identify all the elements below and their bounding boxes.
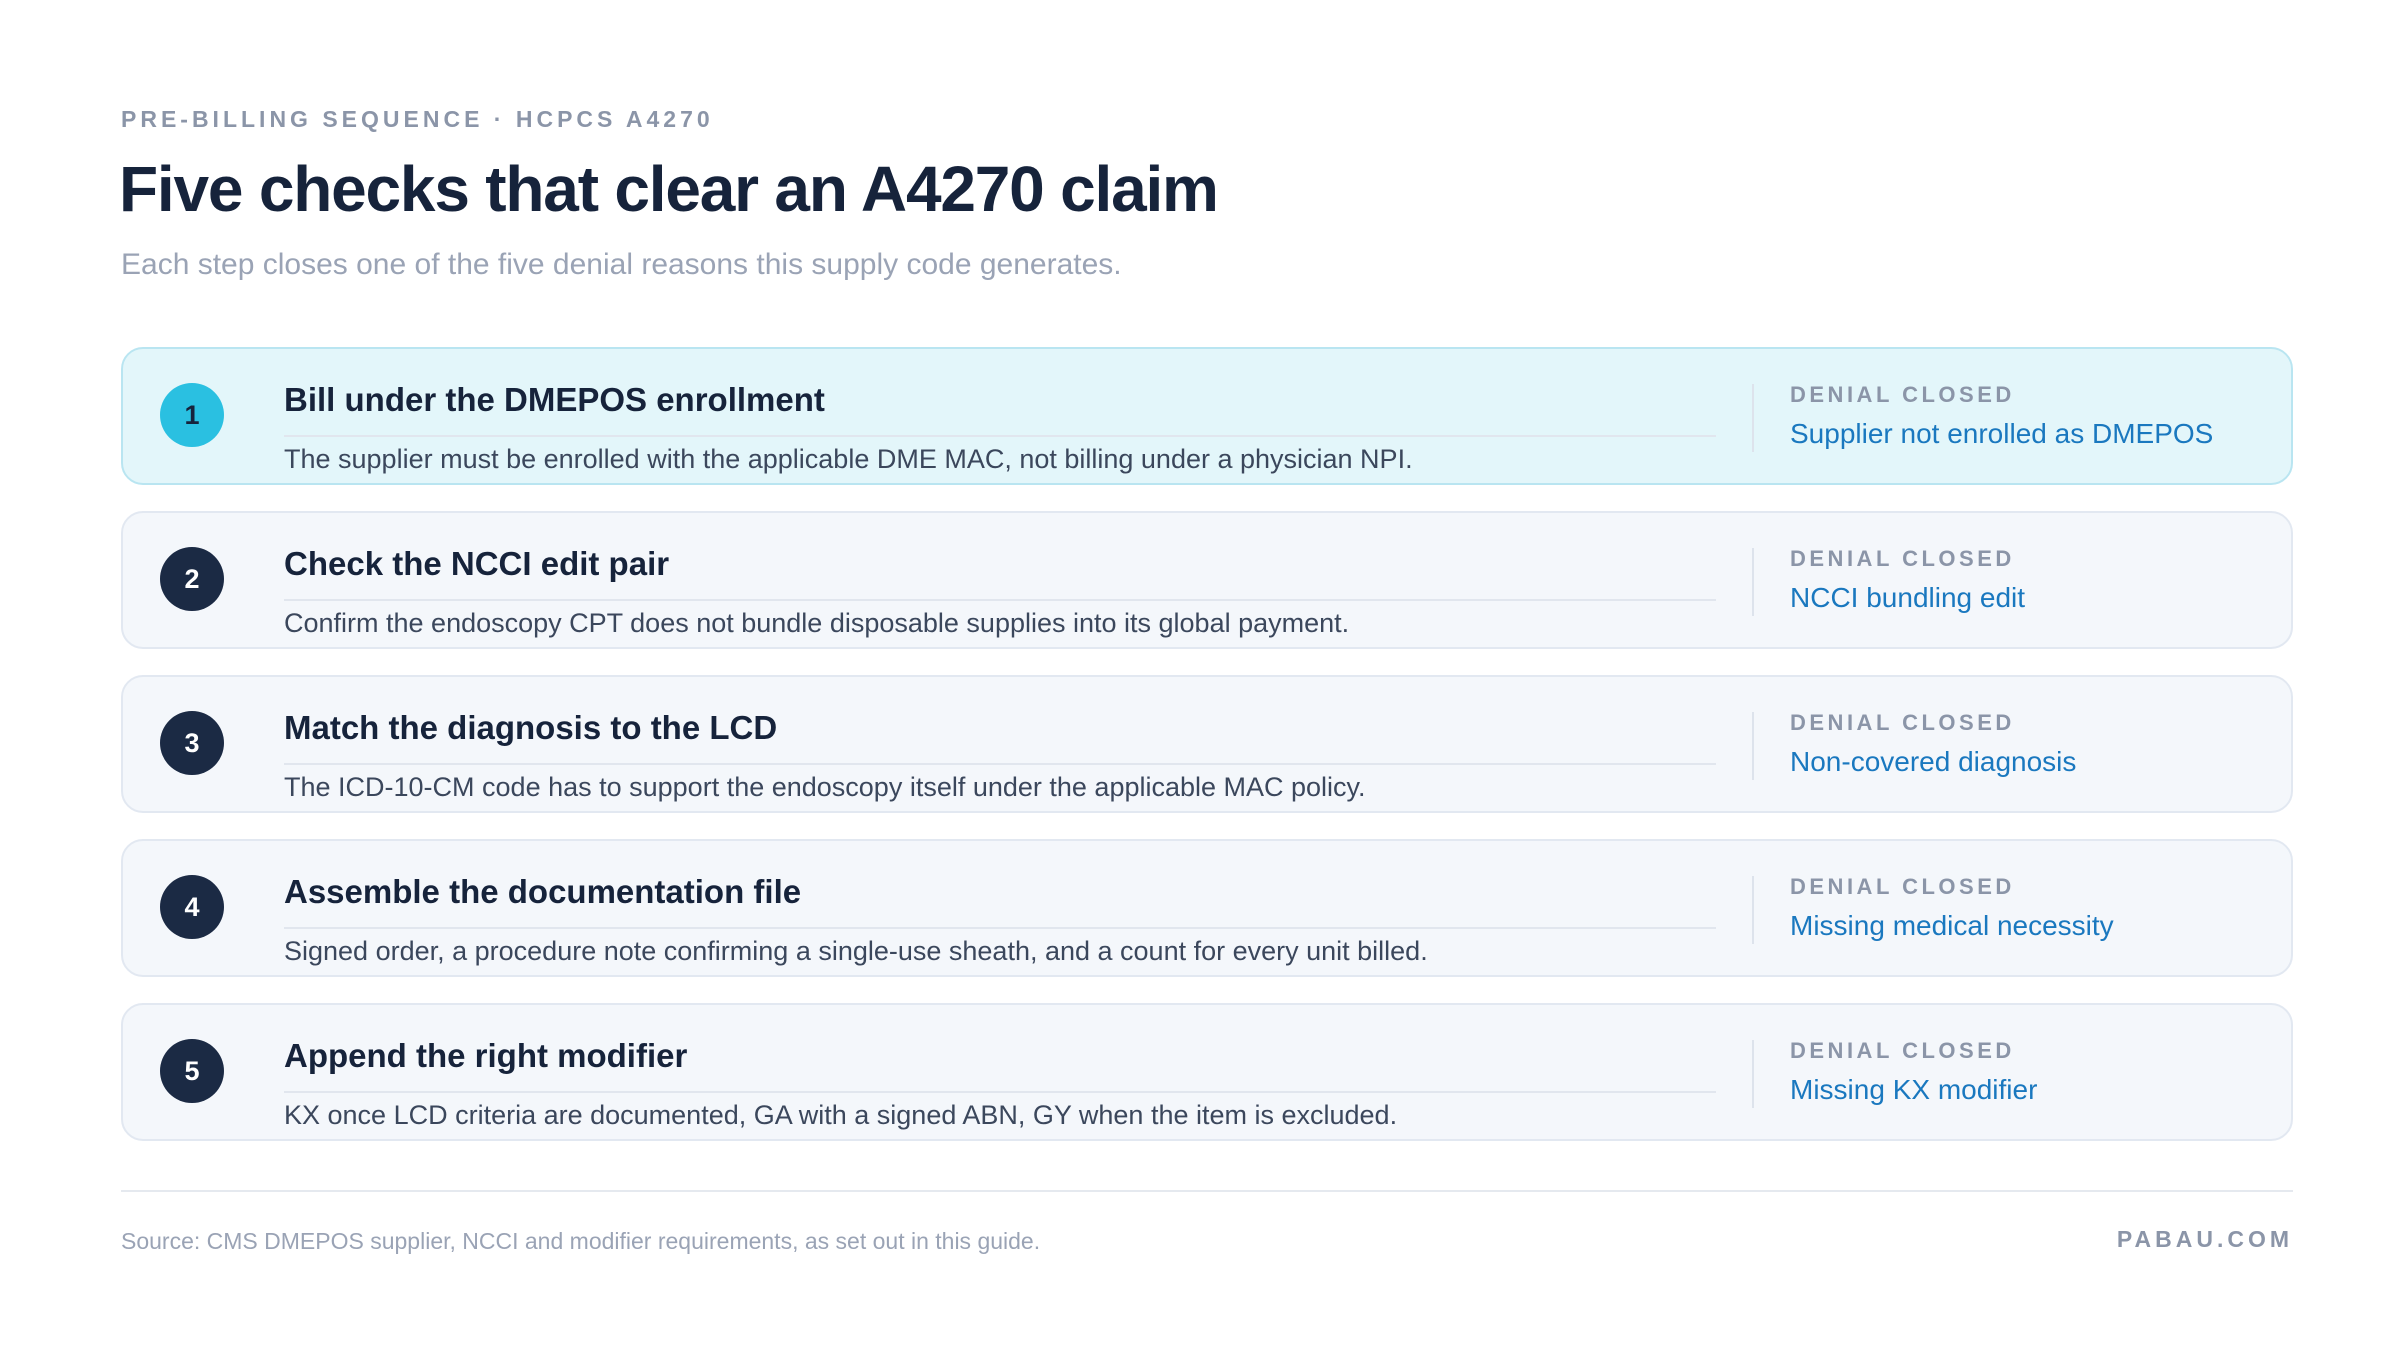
denial-closed-label: DENIAL CLOSED xyxy=(1790,382,2015,407)
denial-closed-panel: DENIAL CLOSED Supplier not enrolled as D… xyxy=(1752,382,2214,452)
step-body: Append the right modifier KX once LCD cr… xyxy=(284,1037,1716,1131)
step-body: Assemble the documentation file Signed o… xyxy=(284,873,1716,967)
step-description: The ICD-10-CM code has to support the en… xyxy=(284,772,1366,802)
step-number-badge: 4 xyxy=(160,875,224,939)
denial-closed-panel: DENIAL CLOSED Missing medical necessity xyxy=(1752,874,2114,944)
step-card-3: 3 Match the diagnosis to the LCD The ICD… xyxy=(121,675,2293,813)
step-number-badge: 2 xyxy=(160,547,224,611)
denial-closed-label: DENIAL CLOSED xyxy=(1790,710,2015,735)
step-number-badge: 5 xyxy=(160,1039,224,1103)
step-card-1: 1 Bill under the DMEPOS enrollment The s… xyxy=(121,347,2293,485)
page-title: Five checks that clear an A4270 claim xyxy=(119,153,1219,225)
eyebrow: PRE-BILLING SEQUENCE · HCPCS A4270 xyxy=(121,106,714,132)
page-subtitle: Each step closes one of the five denial … xyxy=(121,248,1122,281)
denial-closed-label: DENIAL CLOSED xyxy=(1790,546,2015,571)
denial-reason: Non-covered diagnosis xyxy=(1790,746,2077,777)
denial-reason: Supplier not enrolled as DMEPOS xyxy=(1790,418,2214,449)
step-number-badge: 3 xyxy=(160,711,224,775)
step-body: Check the NCCI edit pair Confirm the end… xyxy=(284,545,1716,639)
denial-reason: NCCI bundling edit xyxy=(1790,582,2026,613)
step-card-2: 2 Check the NCCI edit pair Confirm the e… xyxy=(121,511,2293,649)
page: PRE-BILLING SEQUENCE · HCPCS A4270 Five … xyxy=(0,0,2400,1352)
step-title: Bill under the DMEPOS enrollment xyxy=(284,381,1716,437)
step-body: Match the diagnosis to the LCD The ICD-1… xyxy=(284,709,1716,803)
denial-reason: Missing medical necessity xyxy=(1790,910,2114,941)
step-card-4: 4 Assemble the documentation file Signed… xyxy=(121,839,2293,977)
denial-closed-panel: DENIAL CLOSED Non-covered diagnosis xyxy=(1752,710,2077,780)
denial-closed-label: DENIAL CLOSED xyxy=(1790,1038,2015,1063)
denial-reason: Missing KX modifier xyxy=(1790,1074,2038,1105)
denial-closed-panel: DENIAL CLOSED NCCI bundling edit xyxy=(1752,546,2026,616)
step-card-5: 5 Append the right modifier KX once LCD … xyxy=(121,1003,2293,1141)
step-description: Signed order, a procedure note confirmin… xyxy=(284,936,1428,966)
brand-wordmark[interactable]: PABAU.COM xyxy=(2117,1226,2293,1253)
step-description: The supplier must be enrolled with the a… xyxy=(284,444,1413,474)
step-title: Assemble the documentation file xyxy=(284,873,1716,929)
step-description: KX once LCD criteria are documented, GA … xyxy=(284,1100,1398,1130)
step-body: Bill under the DMEPOS enrollment The sup… xyxy=(284,381,1716,475)
step-title: Check the NCCI edit pair xyxy=(284,545,1716,601)
step-number-badge: 1 xyxy=(160,383,224,447)
denial-closed-label: DENIAL CLOSED xyxy=(1790,874,2015,899)
steps-list: 1 Bill under the DMEPOS enrollment The s… xyxy=(121,347,2293,1167)
step-description: Confirm the endoscopy CPT does not bundl… xyxy=(284,608,1350,638)
footer-divider xyxy=(121,1190,2293,1192)
source-note: Source: CMS DMEPOS supplier, NCCI and mo… xyxy=(121,1228,1041,1254)
denial-closed-panel: DENIAL CLOSED Missing KX modifier xyxy=(1752,1038,2038,1108)
step-title: Match the diagnosis to the LCD xyxy=(284,709,1716,765)
step-title: Append the right modifier xyxy=(284,1037,1716,1093)
